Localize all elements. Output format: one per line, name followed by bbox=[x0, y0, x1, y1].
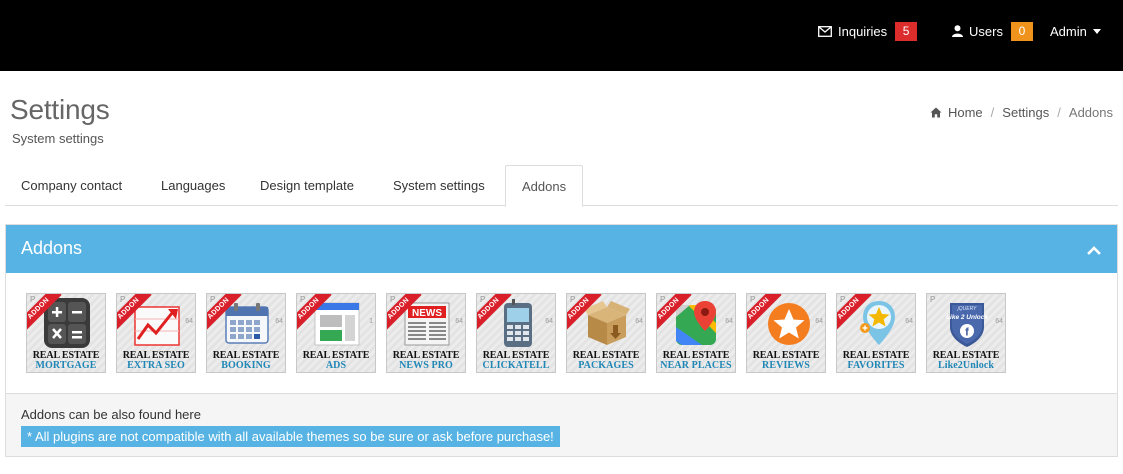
addon-mortgage[interactable]: P ADDON REAL ESTATE MORTGAGE bbox=[26, 293, 106, 373]
breadcrumb-separator: / bbox=[1057, 105, 1061, 120]
breadcrumb-addons: Addons bbox=[1068, 105, 1113, 120]
addons-found-here-text: Addons can be also found here bbox=[21, 407, 201, 422]
addon-name: NEWS PRO bbox=[399, 360, 453, 371]
svg-text:jQUERY: jQUERY bbox=[957, 306, 977, 312]
page-subtitle: System settings bbox=[12, 131, 104, 146]
addon-name: EXTRA SEO bbox=[127, 360, 185, 371]
addon-like2unlock[interactable]: P 64 jQUERY Like 2 Unlock f REAL ESTATE … bbox=[926, 293, 1006, 373]
addon-favorites[interactable]: P 64 ADDON REAL ESTATE FAVORITES bbox=[836, 293, 916, 373]
admin-menu[interactable]: Admin bbox=[1050, 21, 1101, 41]
addon-near-places[interactable]: P 64 ADDON REAL ESTATE NEAR PLACES bbox=[656, 293, 736, 373]
svg-text:f: f bbox=[965, 327, 969, 339]
breadcrumb-settings[interactable]: Settings bbox=[1002, 105, 1049, 120]
users-count-badge: 0 bbox=[1010, 21, 1033, 41]
top-navbar: Inquiries 5 Users 0 Admin bbox=[0, 0, 1123, 71]
home-icon bbox=[930, 107, 942, 118]
envelope-icon bbox=[818, 25, 832, 37]
addon-name: CLICKATELL bbox=[482, 360, 550, 371]
inquiries-label: Inquiries bbox=[838, 23, 888, 39]
tab-languages[interactable]: Languages bbox=[145, 165, 241, 206]
addon-name: FAVORITES bbox=[847, 360, 905, 371]
like-unlock-badge-icon: jQUERY Like 2 Unlock f bbox=[942, 297, 992, 349]
inquiries-link[interactable]: Inquiries 5 bbox=[818, 21, 918, 41]
compatibility-note: * All plugins are not compatible with al… bbox=[21, 426, 560, 447]
svg-text:NEWS: NEWS bbox=[412, 308, 442, 319]
page-title: Settings bbox=[10, 94, 110, 125]
tab-company-contact[interactable]: Company contact bbox=[5, 165, 138, 206]
addon-ads[interactable]: P 1 ADDON REAL ESTATE ADS bbox=[296, 293, 376, 373]
addon-extra-seo[interactable]: P 64 ADDON REAL ESTATE EXTRA SEO bbox=[116, 293, 196, 373]
admin-label: Admin bbox=[1050, 23, 1087, 39]
tab-design-template[interactable]: Design template bbox=[244, 165, 370, 206]
svg-text:Like 2 Unlock: Like 2 Unlock bbox=[946, 314, 988, 321]
addon-clickatell[interactable]: P 64 ADDON REAL ESTATE CLICKATELL bbox=[476, 293, 556, 373]
addon-news-pro[interactable]: P 64 NEWS ADDON REAL ESTATE NEWS PRO bbox=[386, 293, 466, 373]
collapse-chevron-up-icon[interactable] bbox=[1087, 243, 1101, 255]
users-label: Users bbox=[969, 23, 1003, 39]
addon-reviews[interactable]: P 64 ADDON REAL ESTATE REVIEWS bbox=[746, 293, 826, 373]
panel-footer: Addons can be also found here * All plug… bbox=[6, 393, 1117, 456]
addon-name: Like2Unlock bbox=[937, 360, 995, 371]
addon-name: NEAR PLACES bbox=[660, 360, 732, 371]
settings-tabs: Company contact Languages Design templat… bbox=[5, 165, 1118, 207]
tab-system-settings[interactable]: System settings bbox=[377, 165, 501, 206]
panel-title: Addons bbox=[21, 238, 83, 258]
addon-name: PACKAGES bbox=[578, 360, 634, 371]
tab-addons[interactable]: Addons bbox=[505, 165, 584, 207]
breadcrumb: Home / Settings / Addons bbox=[930, 105, 1113, 120]
addon-name: ADS bbox=[325, 360, 347, 371]
inquiries-count-badge: 5 bbox=[895, 21, 918, 41]
addon-booking[interactable]: P 64 ADDON REAL ESTATE BOOKING bbox=[206, 293, 286, 373]
user-icon bbox=[952, 25, 963, 37]
breadcrumb-separator: / bbox=[990, 105, 995, 120]
addon-name: MORTGAGE bbox=[35, 360, 97, 371]
addon-name: REVIEWS bbox=[762, 360, 810, 371]
addons-panel: Addons P ADDON REAL ESTATE MORTGAGE P 64… bbox=[5, 224, 1118, 457]
caret-down-icon bbox=[1092, 28, 1101, 34]
addon-packages[interactable]: P 64 ADDON REAL ESTATE PACKAGES bbox=[566, 293, 646, 373]
panel-heading: Addons bbox=[6, 225, 1117, 273]
users-link[interactable]: Users 0 bbox=[952, 21, 1033, 41]
breadcrumb-home[interactable]: Home bbox=[948, 105, 983, 120]
addon-name: BOOKING bbox=[221, 360, 271, 371]
